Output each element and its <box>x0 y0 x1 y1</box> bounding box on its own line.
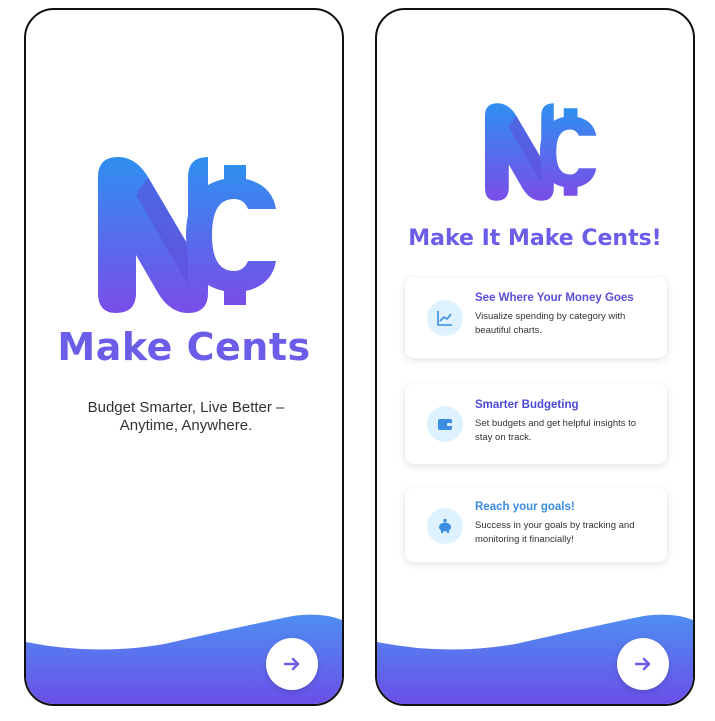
tagline-line-1: Budget Smarter, Live Better – <box>87 399 285 416</box>
next-button[interactable] <box>617 638 669 690</box>
feature-text: Visualize spending by category with beau… <box>475 311 626 336</box>
tagline-line-2: Anytime, Anywhere. <box>119 417 253 434</box>
feature-title: See Where Your Money Goes <box>475 292 634 304</box>
app-title: Make Cents <box>57 325 311 369</box>
arrow-right-icon <box>634 657 651 671</box>
feature-text: Success in your goals by tracking and mo… <box>475 520 635 545</box>
feature-card-spending: See Where Your Money Goes Visualize spen… <box>405 278 667 358</box>
onboarding-title: Make It Make Cents! <box>408 226 662 251</box>
piggy-bank-icon <box>427 508 463 544</box>
onboarding-screen: Make It Make Cents! See Where Your Money… <box>375 8 695 706</box>
feature-text: Set budgets and get helpful insights to … <box>475 418 637 443</box>
arrow-right-icon <box>283 657 300 671</box>
next-button[interactable] <box>266 638 318 690</box>
make-cents-logo-small <box>485 103 597 201</box>
feature-title: Reach your goals! <box>475 501 575 513</box>
feature-card-budgeting: Smarter Budgeting Set budgets and get he… <box>405 384 667 464</box>
feature-card-goals: Reach your goals! Success in your goals … <box>405 488 667 562</box>
feature-title: Smarter Budgeting <box>475 399 579 411</box>
chart-icon <box>427 300 463 336</box>
tagline: Budget Smarter, Live Better – Anytime, A… <box>66 399 306 435</box>
splash-screen: Make Cents Budget Smarter, Live Better –… <box>24 8 344 706</box>
wallet-icon <box>427 406 463 442</box>
make-cents-logo <box>98 157 276 313</box>
